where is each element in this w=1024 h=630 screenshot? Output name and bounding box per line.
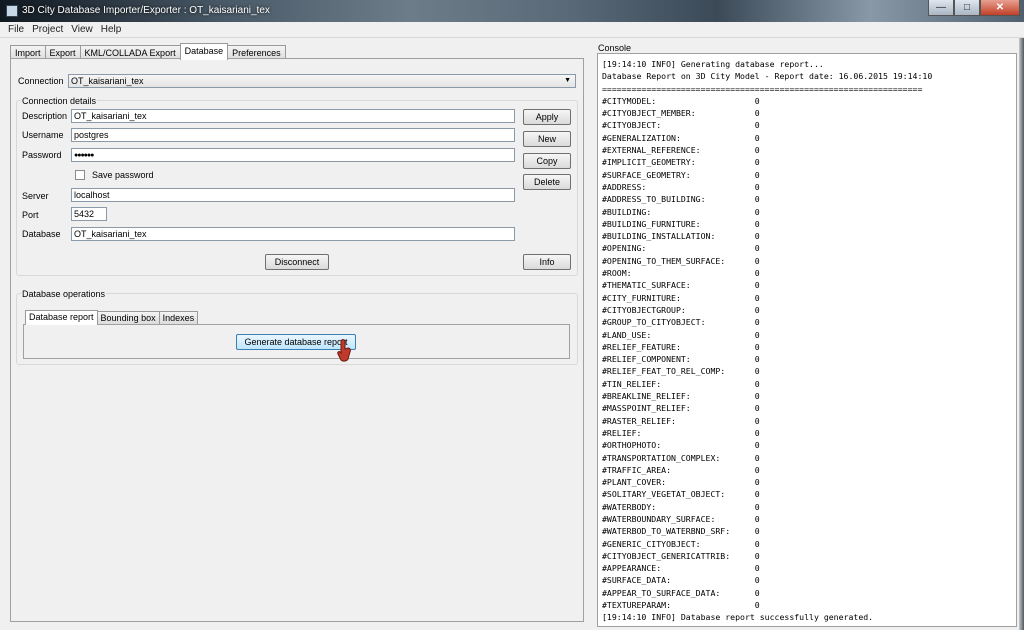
copy-button[interactable]: Copy: [523, 153, 571, 169]
console-line: #OPENING: 0: [602, 243, 760, 254]
port-field[interactable]: 5432: [71, 207, 107, 221]
console-line: #BUILDING_FURNITURE: 0: [602, 218, 760, 229]
console-line: ========================================…: [602, 83, 923, 94]
console-line: #GENERIC_CITYOBJECT: 0: [602, 538, 760, 549]
console-line: #THEMATIC_SURFACE: 0: [602, 280, 760, 291]
window-title-bar: 3D City Database Importer/Exporter : OT_…: [0, 0, 1024, 22]
menu-file[interactable]: File: [4, 22, 28, 37]
connection-details-title: Connection details: [21, 96, 98, 106]
console-line: #CITYOBJECT: 0: [602, 120, 760, 131]
console-line: #CITYOBJECT_GENERICATTRIB: 0: [602, 550, 760, 561]
password-field[interactable]: ●●●●●●: [71, 148, 515, 162]
database-field[interactable]: OT_kaisariani_tex: [71, 227, 515, 241]
apply-button[interactable]: Apply: [523, 109, 571, 125]
console-line: #EXTERNAL_REFERENCE: 0: [602, 145, 760, 156]
console-line: #RELIEF_FEAT_TO_REL_COMP: 0: [602, 366, 760, 377]
console-line: #GROUP_TO_CITYOBJECT: 0: [602, 317, 760, 328]
disconnect-button[interactable]: Disconnect: [265, 254, 329, 270]
console-line: #BREAKLINE_RELIEF: 0: [602, 391, 760, 402]
menu-project[interactable]: Project: [28, 22, 67, 37]
console-line: #RELIEF: 0: [602, 427, 760, 438]
window-controls: — □ ✕: [928, 0, 1020, 16]
main-tabs: Import Export KML/COLLADA Export Databas…: [10, 43, 286, 60]
console-line: #WATERBOD_TO_WATERBND_SRF: 0: [602, 526, 760, 537]
server-label: Server: [22, 191, 49, 201]
console-line: #MASSPOINT_RELIEF: 0: [602, 403, 760, 414]
tab-bounding-box[interactable]: Bounding box: [96, 311, 160, 324]
description-field[interactable]: OT_kaisariani_tex: [71, 109, 515, 123]
console-line: #PLANT_COVER: 0: [602, 477, 760, 488]
save-password-checkbox[interactable]: [75, 170, 85, 180]
console-line: #ORTHOPHOTO: 0: [602, 440, 760, 451]
console-output[interactable]: [19:14:10 INFO] Generating database repo…: [597, 53, 1017, 627]
console-line: [19:14:10 INFO] Generating database repo…: [602, 59, 824, 69]
username-field[interactable]: postgres: [71, 128, 515, 142]
tab-database-report[interactable]: Database report: [25, 310, 98, 325]
database-label: Database: [22, 229, 61, 239]
connection-label: Connection: [18, 76, 64, 86]
console-log: [19:14:10 INFO] Generating database repo…: [602, 58, 1012, 624]
console-line: #SURFACE_GEOMETRY: 0: [602, 169, 760, 180]
console-line: Database Report on 3D City Model - Repor…: [602, 71, 933, 82]
close-icon[interactable]: ✕: [980, 0, 1020, 16]
console-line: #SURFACE_DATA: 0: [602, 575, 760, 586]
tab-indexes[interactable]: Indexes: [158, 311, 199, 324]
console-line: #ADDRESS: 0: [602, 181, 760, 192]
console-line: #TEXTUREPARAM: 0: [602, 600, 760, 611]
console-line: #TIN_RELIEF: 0: [602, 378, 760, 389]
server-field[interactable]: localhost: [71, 188, 515, 202]
console-line: #WATERBODY: 0: [602, 501, 760, 512]
console-line: #TRAFFIC_AREA: 0: [602, 464, 760, 475]
console-line: #CITY_FURNITURE: 0: [602, 292, 760, 303]
username-label: Username: [22, 130, 64, 140]
app-icon: [6, 5, 18, 17]
console-title: Console: [598, 43, 632, 53]
console-line: #CITYOBJECTGROUP: 0: [602, 304, 760, 315]
console-line: #ROOM: 0: [602, 268, 760, 279]
maximize-icon[interactable]: □: [954, 0, 980, 16]
console-line: #RELIEF_COMPONENT: 0: [602, 354, 760, 365]
console-line: #WATERBOUNDARY_SURFACE: 0: [602, 513, 760, 524]
description-label: Description: [22, 111, 68, 121]
console-line: #CITYOBJECT_MEMBER: 0: [602, 108, 760, 119]
console-line: #OPENING_TO_THEM_SURFACE: 0: [602, 255, 760, 266]
console-line: #ADDRESS_TO_BUILDING: 0: [602, 194, 760, 205]
console-line: #APPEARANCE: 0: [602, 563, 760, 574]
menu-help[interactable]: Help: [97, 22, 126, 37]
tab-database[interactable]: Database: [179, 43, 229, 60]
console-line: #BUILDING_INSTALLATION: 0: [602, 231, 760, 242]
window-title: 3D City Database Importer/Exporter : OT_…: [22, 5, 270, 16]
console-line: #RASTER_RELIEF: 0: [602, 415, 760, 426]
info-button[interactable]: Info: [523, 254, 571, 270]
database-operations-title: Database operations: [21, 289, 107, 299]
port-label: Port: [22, 210, 39, 220]
connection-select-value: OT_kaisariani_tex: [71, 76, 144, 86]
minimize-icon[interactable]: —: [928, 0, 954, 16]
menu-bar: File Project View Help: [0, 22, 1024, 38]
console-line: #LAND_USE: 0: [602, 329, 760, 340]
new-button[interactable]: New: [523, 131, 571, 147]
console-line: #IMPLICIT_GEOMETRY: 0: [602, 157, 760, 168]
console-line: #TRANSPORTATION_COMPLEX: 0: [602, 452, 760, 463]
chevron-down-icon: ▼: [564, 77, 571, 84]
console-line: #SOLITARY_VEGETAT_OBJECT: 0: [602, 489, 760, 500]
database-operations-tabs: Database report Bounding box Indexes: [25, 310, 199, 325]
save-password-label: Save password: [92, 170, 154, 180]
console-line: [19:14:10 INFO] Database report successf…: [602, 612, 874, 623]
menu-view[interactable]: View: [67, 22, 97, 37]
delete-button[interactable]: Delete: [523, 174, 571, 190]
window-edge: [1019, 38, 1024, 630]
console-line: #GENERALIZATION: 0: [602, 132, 760, 143]
console-line: #APPEAR_TO_SURFACE_DATA: 0: [602, 587, 760, 598]
password-label: Password: [22, 150, 62, 160]
connection-select[interactable]: OT_kaisariani_tex ▼: [68, 74, 576, 88]
console-line: #BUILDING: 0: [602, 206, 760, 217]
console-line: #CITYMODEL: 0: [602, 95, 760, 106]
console-line: #RELIEF_FEATURE: 0: [602, 341, 760, 352]
mouse-cursor-icon: [337, 339, 351, 362]
